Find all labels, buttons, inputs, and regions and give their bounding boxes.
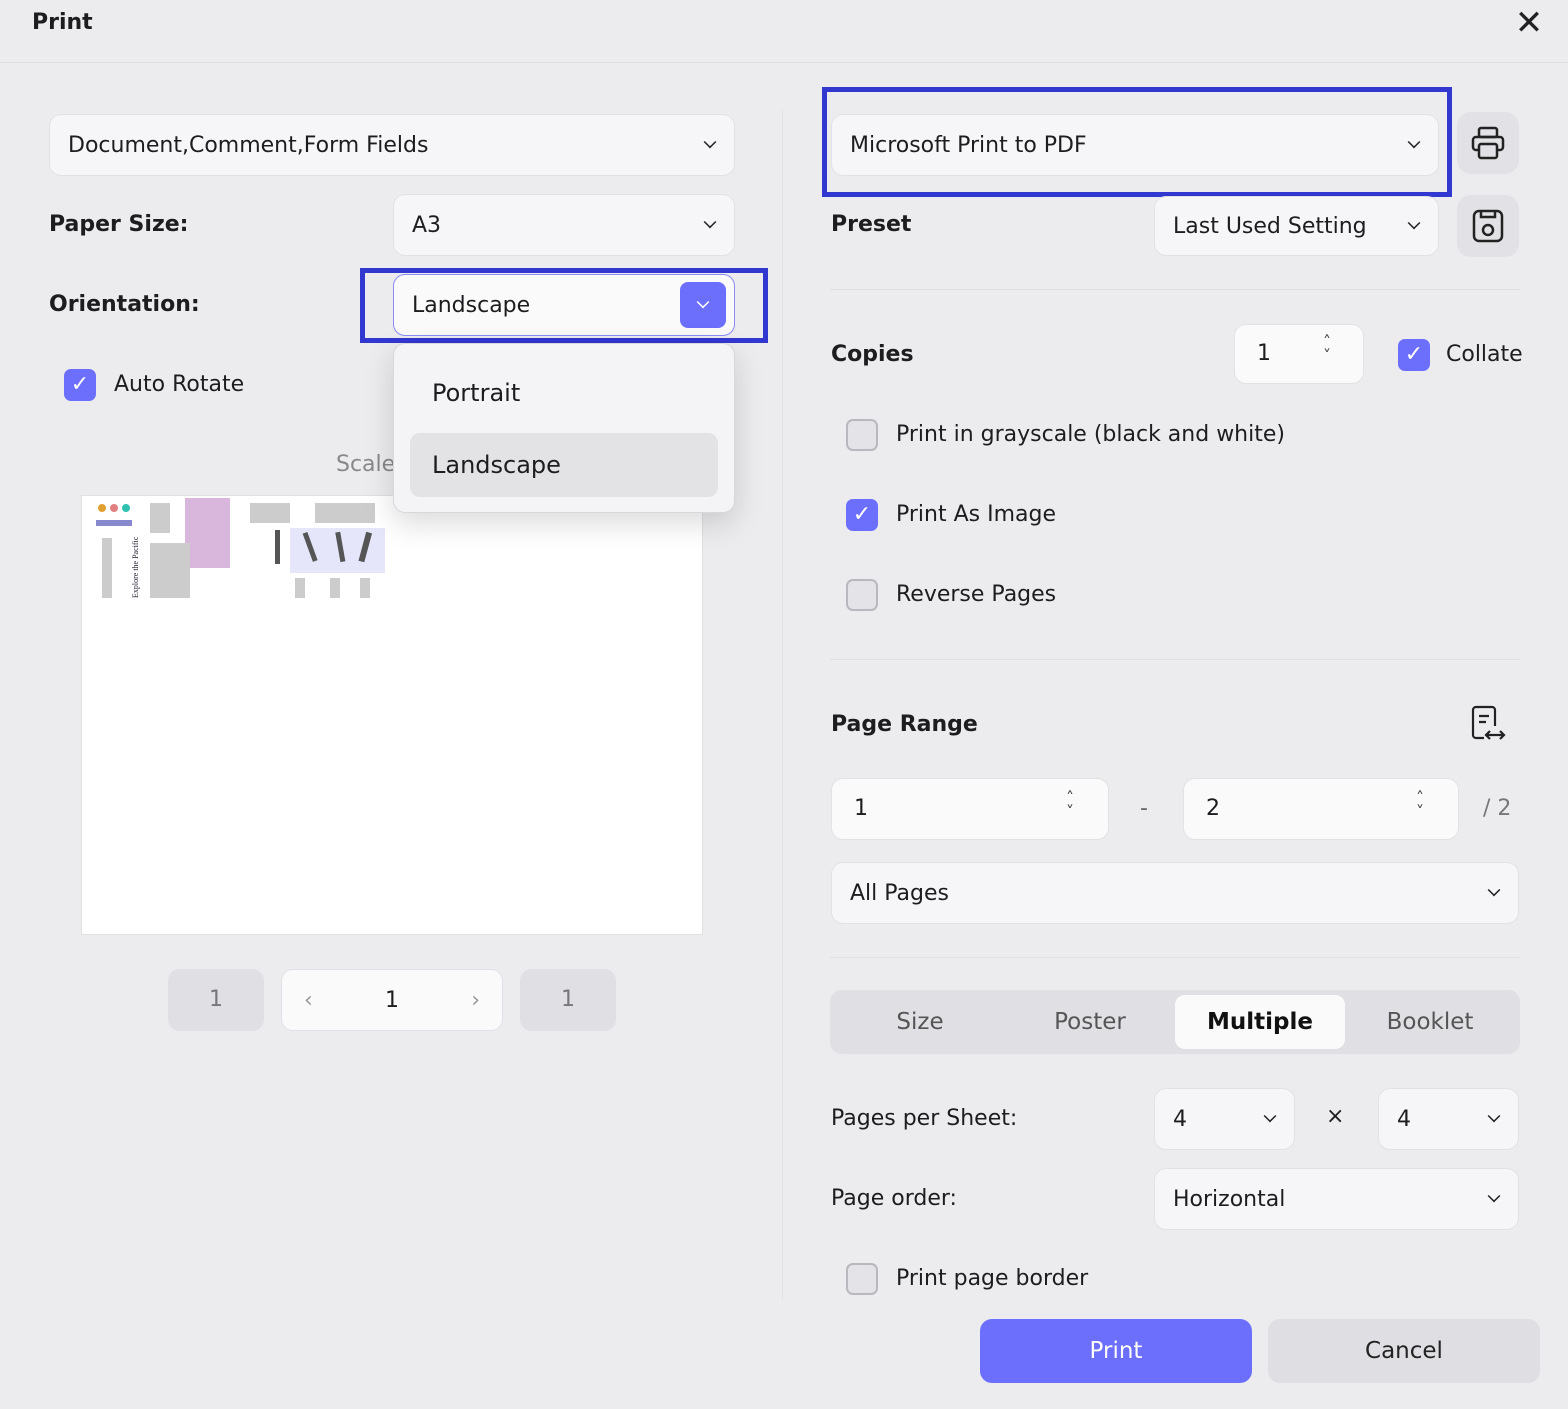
times-sign: × [1326, 1104, 1345, 1129]
menu-item-landscape[interactable]: Landscape [410, 433, 718, 497]
orientation-value: Landscape [412, 292, 531, 318]
chevron-down-icon [1263, 1109, 1277, 1123]
grayscale-label: Print in grayscale (black and white) [896, 422, 1285, 447]
page-border-label: Print page border [896, 1266, 1089, 1291]
first-page-button[interactable]: 1 [168, 969, 264, 1031]
chevron-left-icon[interactable]: ‹ [304, 988, 313, 1013]
page-border-checkbox[interactable] [846, 1263, 878, 1295]
page-range-swap-icon[interactable] [1470, 704, 1508, 748]
print-button[interactable]: Print [980, 1319, 1252, 1383]
preview-pages-thumbnail: Explore the Pacific [90, 498, 385, 598]
copies-label: Copies [831, 342, 914, 367]
preview-text: Explore the Pacific [131, 536, 140, 598]
pps-x-value: 4 [1173, 1106, 1187, 1132]
copies-value: 1 [1257, 341, 1271, 366]
orientation-select[interactable]: Landscape [393, 274, 735, 336]
current-page-input[interactable]: 1 [385, 988, 399, 1013]
page-order-label: Page order: [831, 1186, 957, 1211]
divider [830, 957, 1520, 958]
range-from-input[interactable]: 1 ˄ ˅ [831, 778, 1109, 840]
print-as-image-label: Print As Image [896, 502, 1057, 527]
cancel-button[interactable]: Cancel [1268, 1319, 1540, 1383]
last-page-button[interactable]: 1 [520, 969, 616, 1031]
dialog-title: Print [32, 10, 93, 35]
chevron-right-icon[interactable]: › [471, 988, 480, 1013]
pages-select[interactable]: All Pages [831, 862, 1519, 924]
divider [830, 289, 1520, 290]
chevron-down-icon [1407, 216, 1421, 230]
chevron-down-icon [1487, 883, 1501, 897]
divider [0, 62, 1568, 63]
menu-item-portrait[interactable]: Portrait [410, 361, 718, 425]
paper-size-select[interactable]: A3 [393, 194, 735, 256]
tab-booklet[interactable]: Booklet [1345, 995, 1515, 1049]
printer-value: Microsoft Print to PDF [850, 132, 1087, 158]
pages-per-sheet-label: Pages per Sheet: [831, 1106, 1018, 1131]
close-icon[interactable]: ✕ [1512, 6, 1546, 40]
printer-select[interactable]: Microsoft Print to PDF [831, 114, 1439, 176]
layout-tabs: Size Poster Multiple Booklet [830, 990, 1520, 1054]
preset-label: Preset [831, 212, 912, 237]
grayscale-checkbox[interactable] [846, 419, 878, 451]
dropdown-button[interactable] [680, 282, 726, 328]
stepper-arrows-icon[interactable]: ˄ ˅ [1323, 334, 1331, 364]
save-preset-button[interactable] [1457, 195, 1519, 257]
chevron-down-icon [703, 135, 717, 149]
preset-value: Last Used Setting [1173, 213, 1367, 239]
chevron-down-icon [696, 295, 710, 309]
pps-y-value: 4 [1397, 1106, 1411, 1132]
range-total: / 2 [1483, 796, 1512, 821]
content-select[interactable]: Document,Comment,Form Fields [49, 114, 735, 176]
range-from-value: 1 [854, 796, 868, 821]
range-dash: - [1140, 796, 1148, 821]
reverse-pages-label: Reverse Pages [896, 582, 1057, 607]
auto-rotate-checkbox[interactable]: ✓ [64, 369, 96, 401]
paper-size-label: Paper Size: [49, 212, 189, 237]
pages-per-sheet-y-select[interactable]: 4 [1378, 1088, 1519, 1150]
printer-icon [1471, 126, 1505, 160]
copies-stepper[interactable]: 1 ˄ ˅ [1234, 324, 1364, 384]
print-as-image-checkbox[interactable]: ✓ [846, 499, 878, 531]
chevron-down-icon [703, 215, 717, 229]
reverse-pages-checkbox[interactable] [846, 579, 878, 611]
page-order-value: Horizontal [1173, 1186, 1286, 1212]
content-select-value: Document,Comment,Form Fields [68, 132, 429, 158]
chevron-down-icon [1487, 1109, 1501, 1123]
page-order-select[interactable]: Horizontal [1154, 1168, 1519, 1230]
divider [830, 659, 1520, 660]
orientation-label: Orientation: [49, 292, 200, 317]
range-to-value: 2 [1206, 796, 1220, 821]
orientation-dropdown-menu: Portrait Landscape [393, 343, 735, 513]
tab-multiple[interactable]: Multiple [1175, 995, 1345, 1049]
stepper-arrows-icon[interactable]: ˄ ˅ [1066, 790, 1074, 820]
print-preview: Explore the Pacific [81, 495, 703, 935]
chevron-down-icon [1407, 135, 1421, 149]
tab-size[interactable]: Size [835, 995, 1005, 1049]
auto-rotate-label: Auto Rotate [114, 372, 245, 397]
stepper-arrows-icon[interactable]: ˄ ˅ [1416, 790, 1424, 820]
page-navigator: ‹ 1 › [281, 969, 503, 1031]
collate-label: Collate [1446, 342, 1523, 367]
collate-checkbox[interactable]: ✓ [1398, 339, 1430, 371]
preset-select[interactable]: Last Used Setting [1154, 196, 1439, 256]
tab-poster[interactable]: Poster [1005, 995, 1175, 1049]
save-icon [1472, 209, 1504, 243]
pages-per-sheet-x-select[interactable]: 4 [1154, 1088, 1295, 1150]
divider [782, 110, 783, 1300]
range-to-input[interactable]: 2 ˄ ˅ [1183, 778, 1459, 840]
pages-select-value: All Pages [850, 880, 949, 906]
chevron-down-icon [1487, 1189, 1501, 1203]
printer-properties-button[interactable] [1457, 112, 1519, 174]
page-range-label: Page Range [831, 712, 978, 737]
paper-size-value: A3 [412, 212, 442, 238]
